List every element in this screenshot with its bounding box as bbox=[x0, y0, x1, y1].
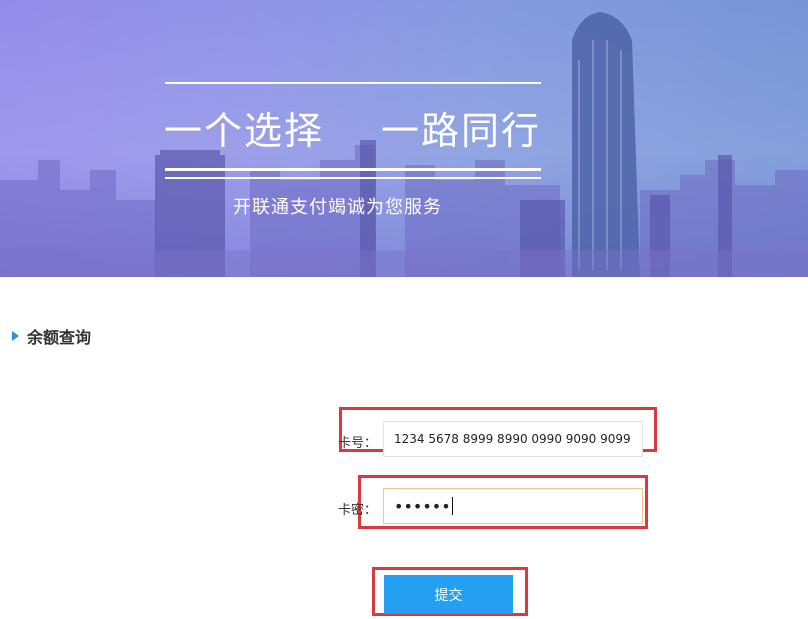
card-password-input[interactable]: •••••• bbox=[383, 488, 643, 524]
banner-subtitle: 开联通支付竭诚为您服务 bbox=[233, 197, 442, 218]
card-number-label: 卡号： bbox=[338, 436, 378, 451]
banner-divider-lower bbox=[165, 177, 541, 179]
card-number-value: 1234 5678 8999 8990 0990 9090 9099 bbox=[394, 432, 631, 446]
section-heading: 余额查询 bbox=[12, 324, 91, 348]
card-password-value: •••••• bbox=[394, 496, 451, 516]
card-password-label: 卡密： bbox=[338, 503, 378, 518]
banner-divider-middle bbox=[165, 168, 541, 171]
text-cursor bbox=[451, 497, 453, 515]
card-number-input[interactable]: 1234 5678 8999 8990 0990 9090 9099 bbox=[383, 421, 643, 457]
hero-banner: 一个选择 一路同行 开联通支付竭诚为您服务 bbox=[0, 0, 808, 277]
balance-query-page: 一个选择 一路同行 开联通支付竭诚为您服务 余额查询 卡号： 1234 5678… bbox=[0, 0, 808, 619]
triangle-right-icon bbox=[12, 331, 19, 341]
section-title: 余额查询 bbox=[27, 328, 92, 347]
banner-slogan-right: 一路同行 bbox=[381, 109, 542, 153]
submit-button[interactable]: 提交 bbox=[384, 575, 513, 614]
banner-divider-top bbox=[165, 82, 541, 84]
banner-slogan-left: 一个选择 bbox=[164, 109, 325, 153]
